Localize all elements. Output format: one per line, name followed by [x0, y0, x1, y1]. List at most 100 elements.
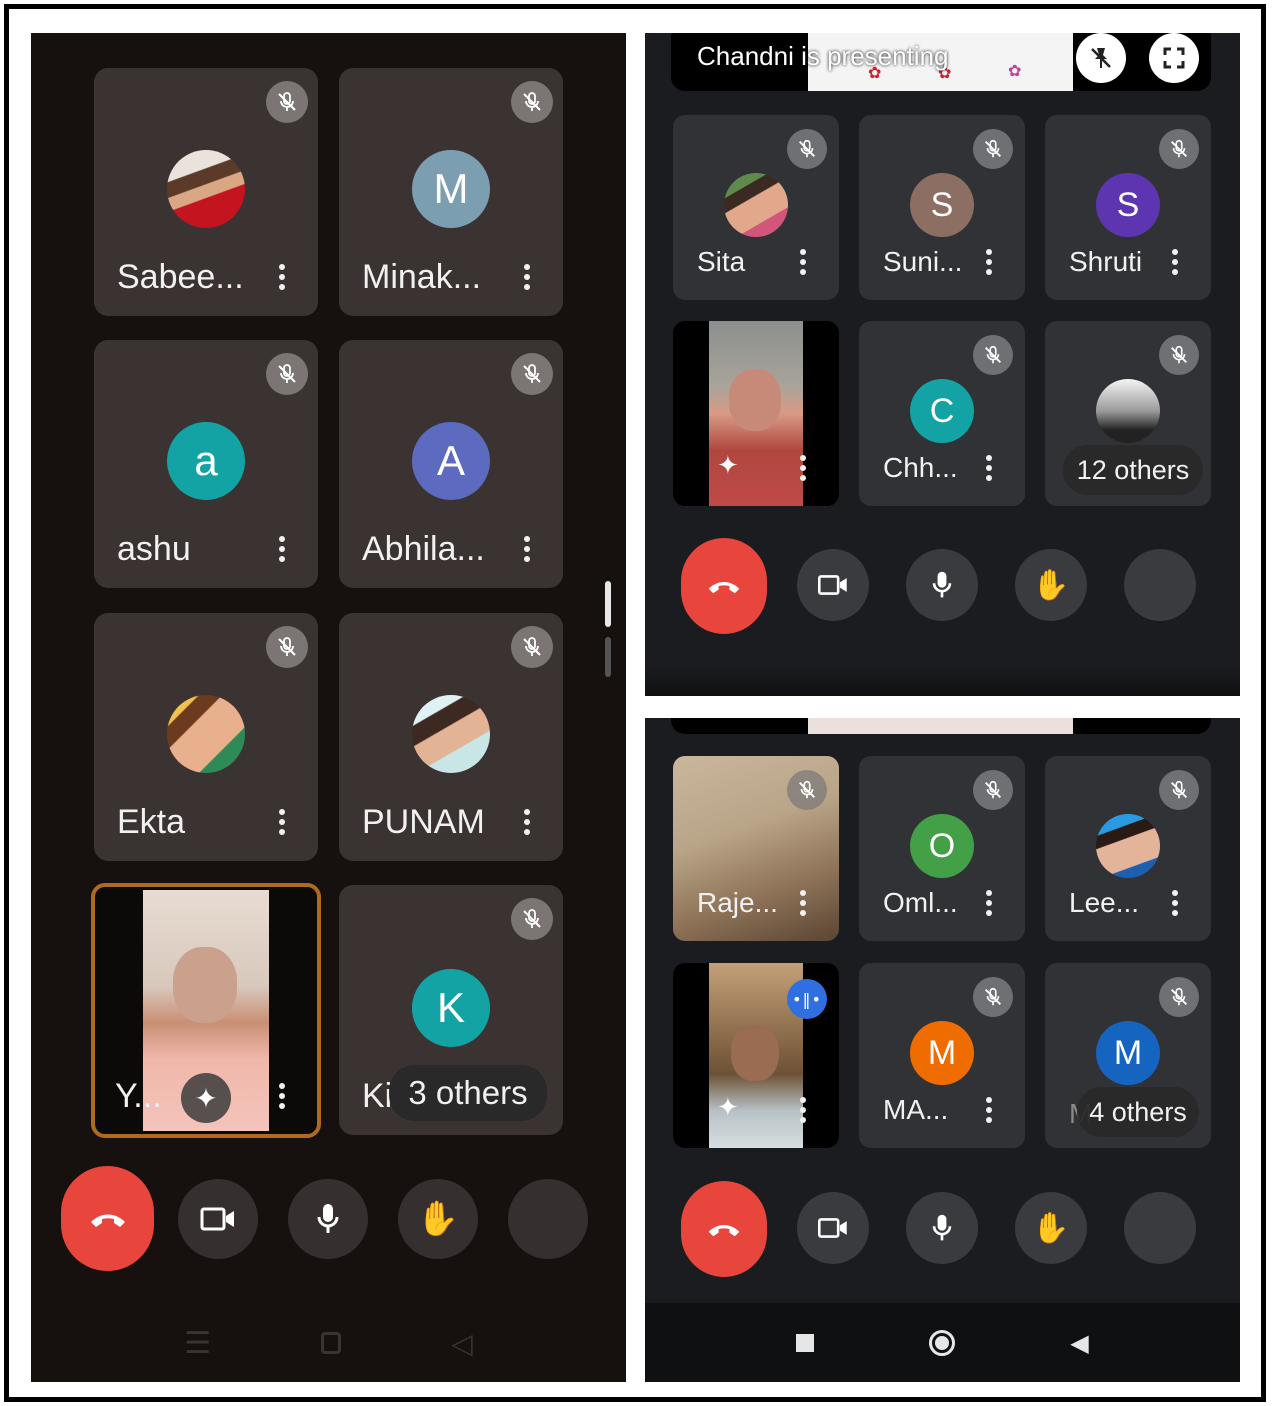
mic-off-icon [511, 81, 553, 123]
participant-tile[interactable]: M Minak... [339, 68, 563, 316]
android-nav-bar: ☰ ◁ [31, 1323, 626, 1363]
microphone-button[interactable] [906, 549, 978, 621]
participant-name: MA... [883, 1094, 949, 1125]
participant-tile[interactable]: PUNAM [339, 613, 563, 861]
recents-icon[interactable]: ☰ [184, 1326, 211, 1361]
more-vert-icon[interactable] [1171, 249, 1179, 275]
participant-name: Y... [115, 1077, 162, 1115]
microphone-button[interactable] [906, 1192, 978, 1264]
more-vert-icon[interactable] [985, 1097, 993, 1123]
avatar-letter: S [1096, 173, 1160, 237]
home-icon[interactable] [321, 1332, 342, 1354]
mic-off-icon [266, 353, 308, 395]
mic-off-icon [973, 977, 1013, 1017]
more-vert-icon[interactable] [985, 455, 993, 481]
participant-tile[interactable]: C Chh... [859, 321, 1025, 506]
camera-toggle-button[interactable] [178, 1179, 258, 1259]
more-vert-icon[interactable] [523, 264, 531, 290]
participant-tile[interactable]: A Abhila... [339, 340, 563, 588]
end-call-button[interactable] [681, 1181, 767, 1277]
mic-off-icon [1159, 335, 1199, 375]
others-count-badge[interactable]: 4 others [1077, 1087, 1199, 1137]
participant-tile[interactable]: K Ki 3 others [339, 885, 563, 1135]
mic-off-icon [1159, 129, 1199, 169]
more-vert-icon[interactable] [278, 264, 286, 290]
avatar-letter: S [910, 173, 974, 237]
participant-name: ashu [117, 530, 191, 568]
back-icon[interactable]: ◀ [1070, 1329, 1088, 1357]
participant-tile[interactable]: Sita [673, 115, 839, 300]
mic-off-icon [1159, 977, 1199, 1017]
back-icon[interactable]: ◁ [451, 1327, 473, 1360]
others-count-badge[interactable]: 12 others [1063, 445, 1203, 495]
participant-tile-video[interactable]: Raje... [673, 756, 839, 941]
raise-hand-button[interactable]: ✋ [1015, 1192, 1087, 1264]
mic-off-icon [973, 335, 1013, 375]
camera-toggle-button[interactable] [797, 1192, 869, 1264]
participant-tile-video[interactable]: ✦ [673, 321, 839, 506]
home-icon[interactable] [929, 1329, 956, 1356]
more-vert-icon[interactable] [985, 890, 993, 916]
more-vert-icon[interactable] [799, 1097, 807, 1123]
participant-name: Raje... [697, 887, 778, 918]
mic-off-icon [511, 353, 553, 395]
more-options-button[interactable] [1124, 1192, 1196, 1264]
mic-off-icon [1159, 770, 1199, 810]
fullscreen-icon[interactable] [1149, 33, 1199, 83]
participant-tile[interactable]: S Suni... [859, 115, 1025, 300]
participant-name: Sita [697, 246, 746, 277]
more-vert-icon[interactable] [278, 809, 286, 835]
participant-name: Shruti [1069, 246, 1143, 277]
shared-screen-thumbnail [808, 718, 1073, 734]
avatar-photo [412, 695, 490, 773]
sparkle-effects-icon[interactable]: ✦ [717, 1093, 739, 1123]
scrollbar[interactable] [605, 581, 611, 681]
presentation-banner[interactable]: ✿ ✿ ✿ Chandni is presenting [671, 33, 1211, 91]
more-vert-icon[interactable] [1171, 890, 1179, 916]
more-vert-icon[interactable] [985, 249, 993, 275]
presentation-banner[interactable] [671, 718, 1211, 734]
more-vert-icon[interactable] [799, 249, 807, 275]
participant-name: Sabee... [117, 258, 244, 296]
participant-tile[interactable]: Ekta [94, 613, 318, 861]
end-call-button[interactable] [61, 1166, 154, 1271]
camera-toggle-button[interactable] [797, 549, 869, 621]
more-vert-icon[interactable] [278, 536, 286, 562]
more-vert-icon[interactable] [799, 890, 807, 916]
participant-name: Suni... [883, 246, 963, 277]
avatar-letter: O [910, 814, 974, 878]
more-vert-icon[interactable] [799, 455, 807, 481]
participant-tile[interactable]: S Shruti [1045, 115, 1211, 300]
microphone-button[interactable] [288, 1179, 368, 1259]
recents-icon[interactable] [796, 1333, 815, 1352]
presenting-label: Chandni is presenting [697, 41, 949, 71]
participant-tile-video[interactable]: •‖• ✦ [673, 963, 839, 1148]
more-options-button[interactable] [508, 1179, 588, 1259]
participant-tile-self-video[interactable]: Y... ✦ [91, 883, 321, 1138]
more-vert-icon[interactable] [523, 536, 531, 562]
sparkle-effects-icon[interactable]: ✦ [181, 1073, 231, 1123]
right-top-meet-screen: ✿ ✿ ✿ Chandni is presenting Sita S Suni.… [645, 33, 1240, 696]
participant-tile[interactable]: O Oml... [859, 756, 1025, 941]
more-vert-icon[interactable] [523, 809, 531, 835]
mic-off-icon [266, 81, 308, 123]
more-options-button[interactable] [1124, 549, 1196, 621]
pin-off-icon[interactable] [1076, 33, 1126, 83]
mic-off-icon [787, 770, 827, 810]
left-meet-screen: Sabee... M Minak... a ashu A Abhila... E… [31, 33, 626, 1382]
participant-tile[interactable]: M M 4 others [1045, 963, 1211, 1148]
others-count-badge[interactable]: 3 others [389, 1065, 547, 1121]
avatar-letter: M [910, 1021, 974, 1085]
participant-tile[interactable]: Lee... [1045, 756, 1211, 941]
participant-name: Chh... [883, 452, 958, 483]
participant-tile[interactable]: a ashu [94, 340, 318, 588]
raise-hand-button[interactable]: ✋ [398, 1179, 478, 1259]
right-bottom-meet-screen: Raje... O Oml... Lee... •‖• ✦ M MA... M … [645, 718, 1240, 1382]
raise-hand-button[interactable]: ✋ [1015, 549, 1087, 621]
participant-tile[interactable]: Sabee... [94, 68, 318, 316]
participant-tile[interactable]: M MA... [859, 963, 1025, 1148]
more-vert-icon[interactable] [278, 1083, 286, 1109]
end-call-button[interactable] [681, 538, 767, 634]
participant-tile[interactable]: 12 others [1045, 321, 1211, 506]
sparkle-effects-icon[interactable]: ✦ [717, 451, 739, 481]
